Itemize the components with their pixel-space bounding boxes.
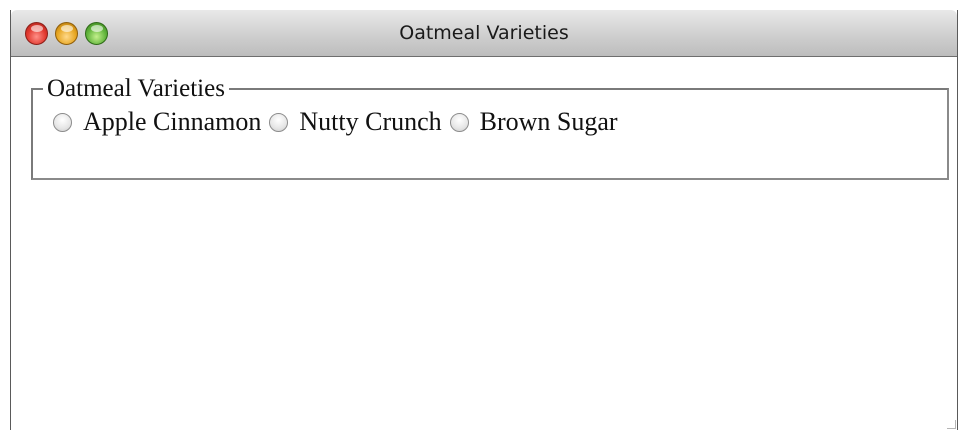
option-apple-cinnamon[interactable]: Apple Cinnamon [53,107,261,137]
option-label: Apple Cinnamon [83,107,262,136]
option-label: Nutty Crunch [299,107,442,136]
radio-group: Apple Cinnamon Nutty Crunch Brown Sugar [53,107,947,137]
oatmeal-fieldset: Oatmeal Varieties Apple Cinnamon Nutty C… [31,75,949,180]
resize-grip-icon[interactable] [947,420,956,429]
browser-window: Oatmeal Varieties Oatmeal Varieties Appl… [10,10,958,430]
option-nutty-crunch[interactable]: Nutty Crunch [269,107,442,137]
radio-button[interactable] [53,112,72,132]
radio-button[interactable] [269,112,289,132]
fieldset-legend: Oatmeal Varieties [47,75,225,102]
option-brown-sugar[interactable]: Brown Sugar [449,107,618,137]
radio-button[interactable] [449,112,469,132]
title-bar[interactable]: Oatmeal Varieties [11,10,957,57]
window-title: Oatmeal Varieties [399,22,569,44]
page-content: Oatmeal Varieties Apple Cinnamon Nutty C… [11,57,957,430]
option-label: Brown Sugar [479,107,618,136]
